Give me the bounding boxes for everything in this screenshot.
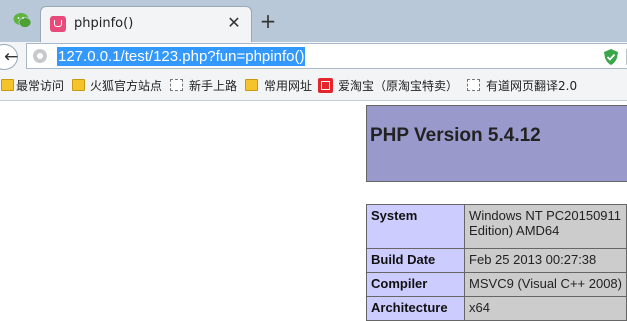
close-icon[interactable]: ✕ — [225, 14, 243, 32]
new-tab-icon[interactable]: + — [258, 11, 278, 31]
page-icon — [467, 79, 480, 91]
page-title: PHP Version 5.4.12 — [370, 125, 541, 146]
row-key: System — [365, 204, 466, 249]
bookmark-getting-started[interactable]: 新手上路 — [189, 77, 237, 95]
php-page-icon — [50, 16, 66, 32]
page-icon — [170, 79, 183, 91]
row-value-line: Windows NT PC20150911 — [469, 208, 622, 223]
taobao-icon — [318, 78, 333, 93]
folder-icon — [245, 79, 258, 91]
row-value: Feb 25 2013 00:27:38 — [464, 248, 627, 273]
url-input[interactable]: 127.0.0.1/test/123.php?fun=phpinfo() — [57, 47, 306, 66]
row-key: Architecture — [365, 296, 466, 321]
bookmarks-bar: 最常访问 火狐官方站点 新手上路 常用网址 爱淘宝（原淘宝特卖） 有道网页翻译2… — [0, 71, 627, 101]
row-key: Build Date — [365, 248, 466, 273]
php-info-table: System Windows NT PC20150911 Edition) AM… — [365, 204, 627, 321]
table-row: Architecture x64 — [365, 296, 627, 321]
folder-icon — [1, 79, 14, 91]
site-info-icon[interactable] — [33, 49, 47, 63]
bookmark-ai-taobao[interactable]: 爱淘宝（原淘宝特卖） — [338, 77, 458, 95]
bookmark-common-sites[interactable]: 常用网址 — [264, 77, 312, 95]
bookmark-youdao-translate[interactable]: 有道网页翻译2.0 — [486, 77, 577, 95]
shield-icon[interactable] — [604, 49, 618, 65]
row-value-line: Edition) AMD64 — [469, 223, 560, 238]
table-row: Compiler MSVC9 (Visual C++ 2008) — [365, 272, 627, 297]
row-value: MSVC9 (Visual C++ 2008) — [464, 272, 627, 297]
row-value: Windows NT PC20150911 Edition) AMD64 — [464, 204, 627, 249]
folder-icon — [72, 79, 85, 91]
row-value: x64 — [464, 296, 627, 321]
bookmark-most-visited[interactable]: 最常访问 — [16, 77, 64, 95]
row-key: Compiler — [365, 272, 466, 297]
back-arrow-icon: ← — [4, 47, 19, 67]
navigation-bar: ← 127.0.0.1/test/123.php?fun=phpinfo() — [0, 42, 627, 71]
tab-title: phpinfo() — [74, 16, 134, 31]
table-row: Build Date Feb 25 2013 00:27:38 — [365, 248, 627, 273]
tab-phpinfo[interactable]: phpinfo() ✕ — [40, 6, 252, 42]
address-bar[interactable]: 127.0.0.1/test/123.php?fun=phpinfo() — [26, 43, 627, 69]
bookmark-firefox-official[interactable]: 火狐官方站点 — [90, 77, 162, 95]
tab-strip: phpinfo() ✕ + — [0, 0, 627, 42]
back-button[interactable]: ← — [0, 44, 18, 70]
table-row: System Windows NT PC20150911 Edition) AM… — [365, 204, 627, 249]
php-version-header: PHP Version 5.4.12 — [366, 105, 627, 182]
wechat-icon[interactable] — [13, 12, 32, 29]
